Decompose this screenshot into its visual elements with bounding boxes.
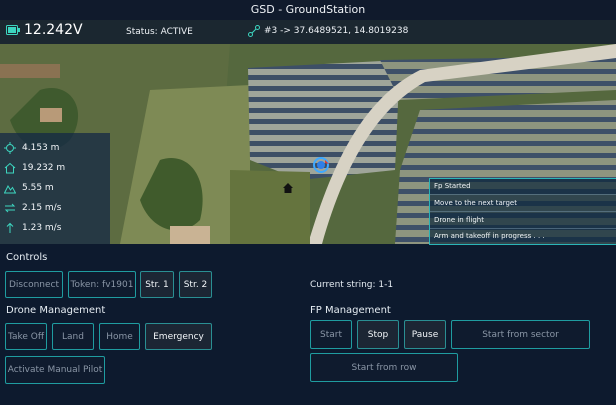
terrain-height-icon (4, 184, 16, 194)
status-text: Status: ACTIVE (126, 27, 193, 37)
battery-indicator: 12.242V (6, 22, 83, 38)
fp-management-title: FP Management (310, 305, 391, 316)
status-bar: 12.242V Status: ACTIVE #3 -> 37.6489521,… (0, 20, 616, 44)
battery-voltage: 12.242V (24, 22, 83, 38)
horizontal-speed-value: 2.15 m/s (22, 203, 62, 213)
home-button[interactable]: Home (99, 323, 140, 350)
home-marker-icon (282, 179, 294, 193)
horizontal-speed-icon (4, 203, 16, 213)
route-icon (248, 25, 260, 37)
telemetry-vertical-speed: 1.23 m/s (4, 222, 61, 234)
log-item: Move to the next target (434, 199, 517, 207)
telemetry-horizontal-speed: 2.15 m/s (4, 202, 61, 214)
controls-title: Controls (6, 252, 48, 263)
event-log: Fp Started Move to the next target Drone… (429, 178, 616, 245)
altitude-icon (4, 142, 16, 154)
home-distance-icon (4, 162, 16, 174)
log-item: Fp Started (434, 182, 471, 190)
fp-stop-button[interactable]: Stop (357, 320, 399, 349)
altitude-value: 4.153 m (22, 143, 60, 153)
waypoint-info: #3 -> 37.6489521, 14.8019238 (248, 25, 408, 37)
telemetry-home-distance: 19.232 m (4, 162, 65, 174)
fp-start-button[interactable]: Start (310, 320, 352, 349)
vertical-speed-icon (6, 222, 14, 233)
vertical-speed-value: 1.23 m/s (22, 223, 62, 233)
drone-icon (313, 157, 329, 173)
string-1-button[interactable]: Str. 1 (140, 271, 174, 298)
start-from-row-button[interactable]: Start from row (310, 353, 458, 382)
home-distance-value: 19.232 m (22, 163, 66, 173)
drone-marker[interactable] (312, 156, 330, 174)
disconnect-button[interactable]: Disconnect (5, 271, 63, 298)
log-divider (430, 194, 616, 195)
telemetry-panel: 4.153 m 19.232 m 5.55 m 2.15 m/s 1.23 m/… (0, 133, 110, 244)
drone-management-title: Drone Management (6, 305, 106, 316)
land-button[interactable]: Land (52, 323, 94, 350)
string-2-button[interactable]: Str. 2 (179, 271, 212, 298)
current-string-label: Current string: 1-1 (310, 280, 394, 290)
fp-pause-button[interactable]: Pause (404, 320, 446, 349)
telemetry-altitude: 4.153 m (4, 142, 59, 154)
start-from-sector-button[interactable]: Start from sector (451, 320, 590, 349)
waypoint-text: #3 -> 37.6489521, 14.8019238 (264, 26, 409, 36)
log-item: Drone in flight (434, 216, 484, 224)
activate-manual-pilot-button[interactable]: Activate Manual Pilot (5, 356, 105, 384)
log-divider (430, 228, 616, 229)
token-button[interactable]: Token: fv1901 (68, 271, 136, 298)
log-divider (430, 211, 616, 212)
telemetry-terrain-height: 5.55 m (4, 182, 54, 194)
take-off-button[interactable]: Take Off (5, 323, 47, 350)
window-title: GSD - GroundStation (0, 0, 616, 20)
terrain-height-value: 5.55 m (22, 183, 54, 193)
battery-icon (6, 25, 20, 35)
emergency-button[interactable]: Emergency (145, 323, 212, 350)
log-item: Arm and takeoff in progress . . . (434, 232, 545, 240)
